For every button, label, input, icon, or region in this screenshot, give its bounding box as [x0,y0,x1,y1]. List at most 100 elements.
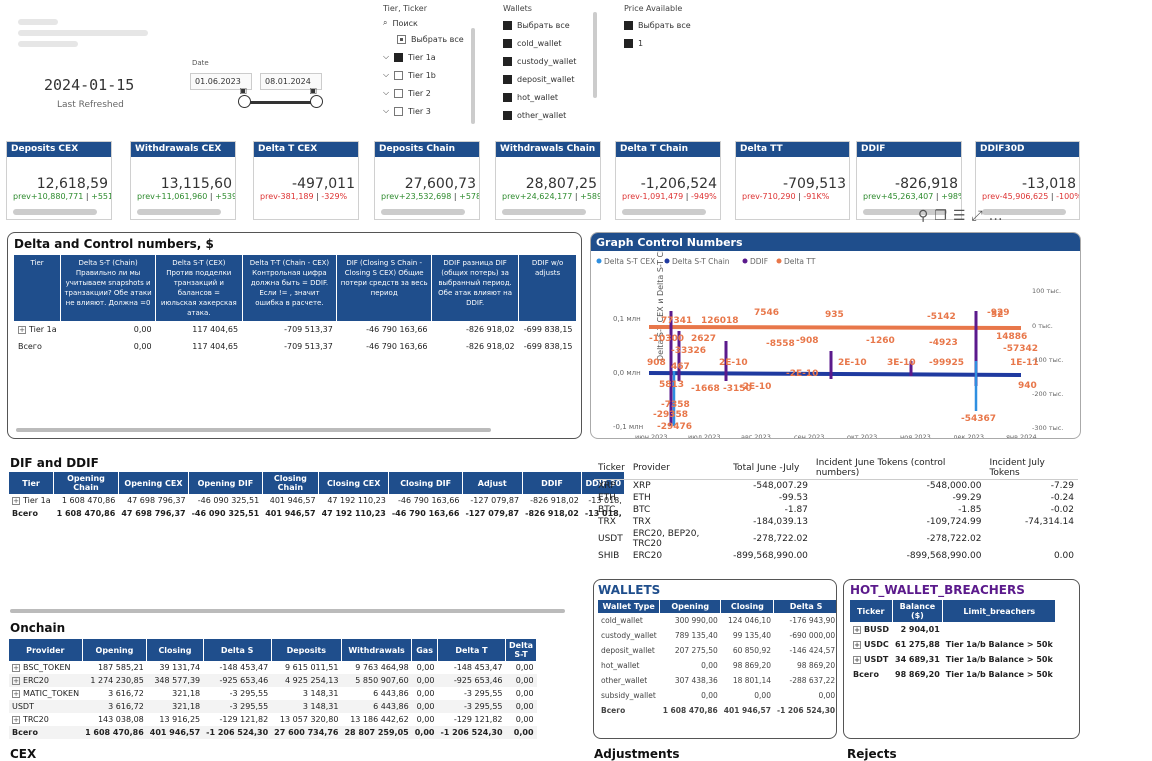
checkbox[interactable] [503,74,512,84]
table-row[interactable]: + ERC20 1 274 230,85 348 577,39 -925 653,46 4… [9,674,537,687]
slicer-item[interactable]: Выбрать все [503,16,598,34]
table-row[interactable]: USDT 3 616,72 321,18 -3 295,55 3 148,31 6 443… [9,700,537,713]
table-row[interactable]: ETH ETH -99.53 -99.29 -0.24 [594,492,1078,504]
slicer-item[interactable]: cold_wallet [503,34,598,52]
search-box[interactable]: ⌕ Поиск [383,16,478,30]
column-header[interactable]: Provider [9,639,83,661]
column-header[interactable]: DDIF [522,472,583,494]
pin-icon[interactable]: ⚲ [918,208,934,224]
column-header[interactable]: Opening [659,600,722,613]
column-header[interactable]: Limit_breachers [942,600,1057,622]
column-header[interactable]: Total June -July [729,457,812,480]
slicer-item[interactable]: deposit_wallet [503,70,598,88]
chevron-down-icon[interactable]: ⌵ [383,106,389,116]
column-header[interactable]: Closing [720,600,775,613]
table-row[interactable]: BTC BTC -1.87 -1.85 -0.02 [594,504,1078,516]
table-row[interactable]: other_wallet 307 438,36 18 801,14 -288 637,… [598,673,836,688]
calendar-icon[interactable]: ▣ [309,86,317,95]
checkbox[interactable] [394,106,404,116]
kpi-card[interactable]: Delta TT -709,513 prev-710,290 | -91K% [735,141,850,220]
column-header[interactable]: Wallet Type [598,600,661,613]
column-header[interactable]: Opening Chain [53,472,119,494]
table-row[interactable]: + MATIC_TOKEN 3 616,72 321,18 -3 295,55 3 148… [9,687,537,700]
kpi-scrollbar[interactable] [381,209,465,215]
column-header[interactable]: Opening CEX [118,472,190,494]
column-header[interactable]: Adjust [462,472,523,494]
table-row[interactable]: custody_wallet 789 135,40 99 135,40 -690 00… [598,628,836,643]
calendar-icon[interactable]: ▣ [239,86,247,95]
column-header[interactable]: Tier [9,472,55,494]
slider-start-handle[interactable] [238,95,251,108]
table-row[interactable]: + BUSD 2 904,01 [850,622,1056,637]
focus-mode-icon[interactable]: ⤢ [971,208,988,224]
table-row[interactable]: + USDC 61 275,88 Tier 1a/b Balance > 50k [850,637,1056,652]
kpi-scrollbar[interactable] [502,209,586,215]
kpi-card[interactable]: Deposits CEX 12,618,59 prev+10,880,771 | +… [6,141,112,220]
slicer-item-tier2[interactable]: ⌵ Tier 2 [383,84,478,102]
column-header[interactable]: DDIF разница DIF (общих потерь) за выбра… [431,255,520,321]
column-header[interactable]: Delta S-T [505,639,538,661]
checkbox[interactable] [503,110,512,120]
column-header[interactable]: Delta S-T (Chain) Правильно ли мы учитыв… [60,255,157,321]
table-row[interactable]: hot_wallet 0,00 98 869,20 98 869,20 [598,658,836,673]
slicer-item-tier1b[interactable]: ⌵ Tier 1b [383,66,478,84]
kpi-card[interactable]: Delta T Chain -1,206,524 prev-1,091,479 | … [615,141,721,220]
chevron-down-icon[interactable]: ⌵ [383,52,389,62]
date-to-input[interactable]: 08.01.2024 ▣ [260,73,322,95]
column-header[interactable]: Closing DIF [388,472,463,494]
checkbox[interactable] [503,56,512,66]
slicer-item[interactable]: custody_wallet [503,52,598,70]
column-header[interactable]: Opening DIF [188,472,263,494]
column-header[interactable]: Ticker [594,457,629,480]
checkbox[interactable] [624,38,633,48]
table-row[interactable]: deposit_wallet 207 275,50 60 850,92 -146 42… [598,643,836,658]
kpi-card[interactable]: Withdrawals Chain 28,807,25 prev+24,624,17… [495,141,601,220]
column-header[interactable]: Ticker [850,600,893,622]
slicer-item-tier1a[interactable]: ⌵ Tier 1a [383,48,478,66]
column-header[interactable]: Closing CEX [318,472,390,494]
column-header[interactable]: Incident July Tokens [985,457,1078,480]
copy-icon[interactable]: ❐ [934,208,953,224]
table-row[interactable]: Всего 98 869,20 Tier 1a/b Balance > 50k [850,667,1056,682]
column-header[interactable]: Gas [411,639,438,661]
table-row[interactable]: Всего 1 608 470,86 47 698 796,37 -46 090 32… [9,507,625,520]
table-row[interactable]: SHIB ERC20 -899,568,990.00 -899,568,990.00 0… [594,550,1078,562]
kpi-card[interactable]: Delta T CEX -497,011 prev-381,189 | -329% [253,141,359,220]
filter-icon[interactable]: ☰ [953,208,972,224]
expand-icon[interactable]: + [12,664,20,672]
expand-icon[interactable]: + [853,641,861,649]
slicer-item-select-all[interactable]: Выбрать все [383,30,478,48]
slicer-item[interactable]: 1 [624,34,714,52]
table-row[interactable]: Всего 0,00 117 404,65 -709 513,37 -46 790 16… [14,338,577,355]
table-row[interactable]: subsidy_wallet 0,00 0,00 0,00 [598,688,836,703]
column-header[interactable]: Deposits [271,639,342,661]
checkbox[interactable] [503,92,512,102]
table-row[interactable]: Всего 1 608 470,86 401 946,57 -1 206 524,30… [9,726,537,739]
column-header[interactable]: Delta T-T (Chain - CEX) Контрольная цифр… [242,255,338,321]
table-row[interactable]: USDT ERC20, BEP20, TRC20 -278,722.02 -278,7… [594,528,1078,550]
kpi-card[interactable]: Deposits Chain 27,600,73 prev+23,532,698 |… [374,141,480,220]
kpi-card[interactable]: Withdrawals CEX 13,115,60 prev+11,061,960 … [130,141,236,220]
checkbox[interactable] [397,34,406,44]
checkbox[interactable] [503,38,512,48]
table-row[interactable]: + Tier 1a 0,00 117 404,65 -709 513,37 -46 790… [14,321,577,338]
chevron-down-icon[interactable]: ⌵ [383,88,389,98]
column-header[interactable]: Tier [14,255,62,321]
expand-icon[interactable]: + [853,656,861,664]
expand-icon[interactable]: + [18,326,26,334]
table-row[interactable]: + Tier 1a 1 608 470,86 47 698 796,37 -46 090… [9,494,625,507]
date-range-slider[interactable] [238,95,323,108]
checkbox[interactable] [394,52,404,62]
expand-icon[interactable]: + [12,716,20,724]
table-row[interactable]: cold_wallet 300 990,00 124 046,10 -176 943,… [598,613,836,628]
expand-icon[interactable]: + [12,497,20,505]
column-header[interactable]: Closing [146,639,204,661]
column-header[interactable]: Delta T [437,639,507,661]
horizontal-scrollbar[interactable] [16,428,491,432]
slicer-item[interactable]: Выбрать все [624,16,714,34]
more-options-icon[interactable]: … [989,208,1009,224]
checkbox[interactable] [624,20,633,30]
slicer-item[interactable]: hot_wallet [503,88,598,106]
column-header[interactable]: DDIF w/o adjusts [518,255,577,321]
expand-icon[interactable]: + [12,677,20,685]
